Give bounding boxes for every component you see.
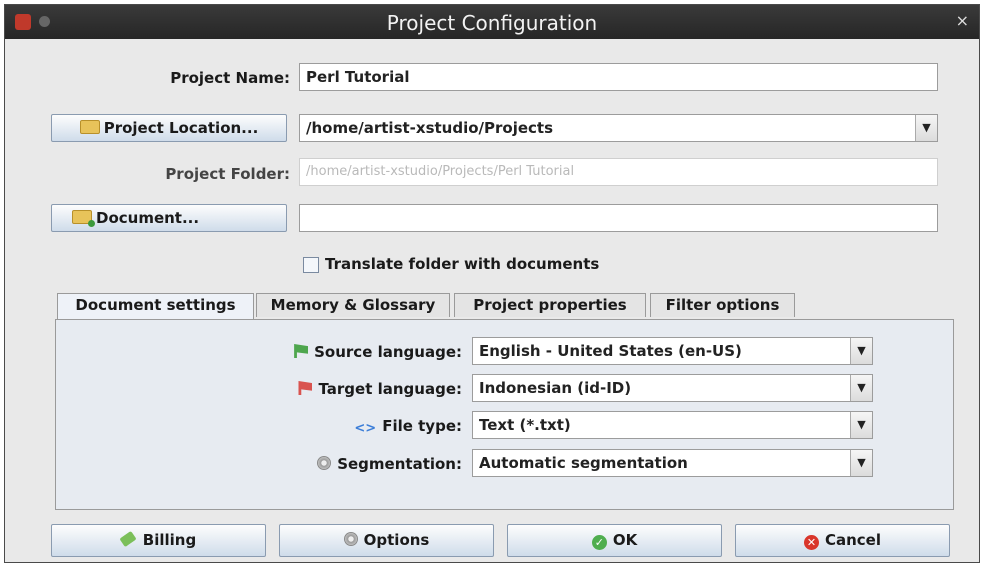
folder-document-icon [72, 210, 95, 227]
chevron-down-icon[interactable]: ▼ [850, 338, 872, 364]
document-settings-panel: Source language: English - United States… [55, 319, 954, 510]
segmentation-label: Segmentation: [206, 455, 462, 473]
cancel-button[interactable]: ✕ Cancel [735, 524, 950, 557]
x-circle-icon: ✕ [803, 535, 819, 550]
tab-memory-glossary[interactable]: Memory & Glossary [256, 293, 450, 317]
project-configuration-dialog: Project Configuration × Project Name: Pe… [4, 4, 980, 563]
source-language-label: Source language: [206, 343, 462, 361]
project-location-value: /home/artist-xstudio/Projects [306, 119, 554, 137]
translate-folder-label[interactable]: Translate folder with documents [325, 255, 599, 273]
ok-button[interactable]: ✓ OK [507, 524, 722, 557]
source-language-value: English - United States (en-US) [479, 342, 742, 360]
translate-folder-checkbox[interactable] [303, 257, 319, 273]
code-icon: <> [354, 421, 377, 436]
chevron-down-icon[interactable]: ▼ [850, 412, 872, 438]
target-language-label: Target language: [206, 380, 462, 398]
title-bar: Project Configuration × [5, 5, 979, 39]
project-name-label: Project Name: [170, 69, 290, 87]
target-language-value: Indonesian (id-ID) [479, 379, 632, 397]
file-type-label: <> File type: [354, 417, 462, 436]
folder-icon [79, 120, 100, 134]
red-flag-icon [298, 381, 313, 395]
tab-project-properties[interactable]: Project properties [454, 293, 646, 317]
check-circle-icon: ✓ [591, 535, 607, 550]
options-button[interactable]: Options [279, 524, 494, 557]
target-language-select[interactable]: Indonesian (id-ID) ▼ [472, 374, 873, 402]
project-location-combo[interactable]: /home/artist-xstudio/Projects ▼ [299, 114, 938, 142]
file-type-value: Text (*.txt) [479, 416, 571, 434]
document-button-label: Document... [96, 209, 200, 227]
project-location-button[interactable]: Project Location... [51, 114, 287, 142]
green-flag-icon [294, 344, 309, 358]
segmentation-value: Automatic segmentation [479, 454, 688, 472]
project-name-input[interactable]: Perl Tutorial [299, 63, 938, 91]
pencil-icon [119, 530, 137, 548]
chevron-down-icon[interactable]: ▼ [850, 450, 872, 476]
document-input[interactable] [299, 204, 938, 232]
file-type-select[interactable]: Text (*.txt) ▼ [472, 411, 873, 439]
project-folder-input: /home/artist-xstudio/Projects/Perl Tutor… [299, 158, 938, 186]
project-folder-label: Project Folder: [165, 165, 290, 183]
window-title: Project Configuration [386, 11, 598, 35]
tab-document-settings[interactable]: Document settings [57, 293, 254, 320]
close-icon[interactable]: × [956, 11, 969, 30]
tab-filter-options[interactable]: Filter options [650, 293, 795, 317]
chevron-down-icon[interactable]: ▼ [850, 375, 872, 401]
gear-icon [317, 456, 332, 470]
segmentation-select[interactable]: Automatic segmentation ▼ [472, 449, 873, 477]
chevron-down-icon[interactable]: ▼ [915, 115, 937, 141]
project-location-button-label: Project Location... [103, 119, 259, 137]
billing-button[interactable]: Billing [51, 524, 266, 557]
document-button[interactable]: Document... [51, 204, 287, 232]
source-language-select[interactable]: English - United States (en-US) ▼ [472, 337, 873, 365]
gear-icon [343, 532, 358, 546]
